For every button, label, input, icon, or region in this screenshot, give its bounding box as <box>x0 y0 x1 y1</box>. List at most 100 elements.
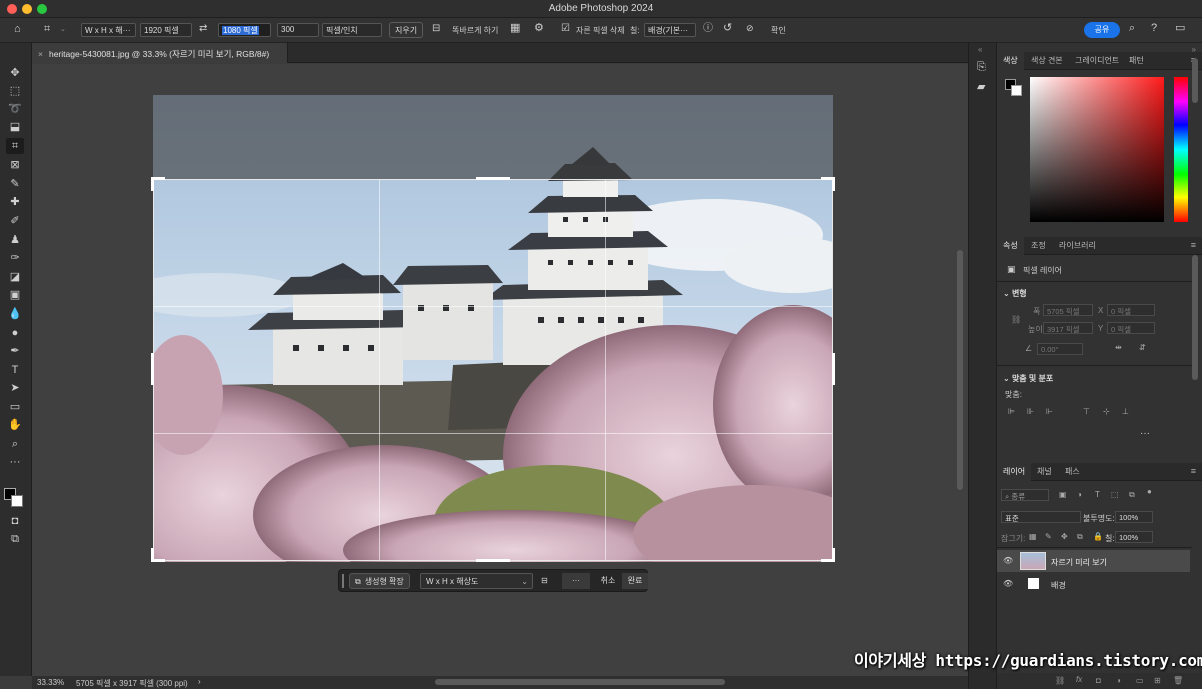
x-field[interactable]: 0 픽셀 <box>1107 304 1155 316</box>
more-tools-icon[interactable]: ··· <box>6 454 24 470</box>
panel-scrollbar[interactable] <box>1192 58 1198 103</box>
crop-handle-top-left[interactable] <box>151 177 154 191</box>
marquee-tool-icon[interactable]: ⬚ <box>6 83 24 99</box>
tab-paths[interactable]: 패스 <box>1059 463 1086 481</box>
crop-handle-bottom[interactable] <box>476 559 510 562</box>
crop-handle-right[interactable] <box>832 353 835 385</box>
done-button[interactable]: 완료 <box>622 573 648 589</box>
adjustment-layer-icon[interactable]: ◑ <box>1116 676 1121 685</box>
lock-image-icon[interactable]: ✎ <box>1045 532 1052 541</box>
filter-adjustment-icon[interactable]: ◑ <box>1077 490 1082 499</box>
crop-box[interactable] <box>153 179 833 561</box>
crop-tool-icon[interactable]: ⌗ <box>44 24 50 35</box>
screen-mode-icon[interactable]: ⧉ <box>6 531 24 547</box>
filter-toggle-icon[interactable]: ● <box>1147 487 1152 496</box>
straighten-label[interactable]: 똑바르게 하기 <box>452 25 498 36</box>
overlay-grid-icon[interactable]: ▦ <box>510 23 520 34</box>
transform-heading[interactable]: ⌄ 변형 <box>1003 288 1027 299</box>
ratio-select[interactable]: W x H x 해상도 ⌄ <box>420 573 533 589</box>
lock-artboard-icon[interactable]: ⧉ <box>1077 532 1083 542</box>
healing-tool-icon[interactable]: ✚ <box>6 194 24 210</box>
lock-transparent-icon[interactable]: ▦ <box>1029 532 1037 541</box>
dodge-tool-icon[interactable]: ● <box>6 325 24 341</box>
tab-libraries[interactable]: 라이브러리 <box>1053 237 1102 255</box>
fill-select[interactable]: 배경(기본··· <box>644 23 696 37</box>
chevron-down-icon[interactable]: ⌄ <box>60 26 66 33</box>
flip-horizontal-icon[interactable]: ⇹ <box>1115 343 1122 352</box>
status-arrow-icon[interactable]: › <box>198 677 201 686</box>
align-right-icon[interactable]: ⊩ <box>1046 407 1053 416</box>
crop-handle-left[interactable] <box>151 353 154 385</box>
align-top-icon[interactable]: ⊤ <box>1083 407 1090 416</box>
align-bottom-icon[interactable]: ⊥ <box>1122 407 1129 416</box>
filter-smart-object-icon[interactable]: ⧉ <box>1129 490 1135 500</box>
align-middle-icon[interactable]: ⊹ <box>1103 407 1110 416</box>
blend-mode-select[interactable]: 표준 <box>1001 511 1081 523</box>
crop-handle-top[interactable] <box>476 177 510 180</box>
tab-channels[interactable]: 채널 <box>1031 463 1058 481</box>
stamp-tool-icon[interactable]: ♟ <box>6 232 24 248</box>
rectangle-tool-icon[interactable]: ▭ <box>6 399 24 415</box>
new-group-icon[interactable]: ▭ <box>1136 676 1144 685</box>
link-layers-icon[interactable]: ⛓ <box>1055 676 1065 685</box>
cancel-icon[interactable]: ⊘ <box>746 24 754 33</box>
quick-mask-icon[interactable]: ◘ <box>6 513 24 529</box>
trash-icon[interactable]: 🗑 <box>1173 676 1183 685</box>
close-tab-icon[interactable]: × <box>38 49 43 59</box>
resolution-unit-select[interactable]: 픽셀/인치 <box>322 23 382 37</box>
filter-type-icon[interactable]: T <box>1095 490 1100 499</box>
history-panel-icon[interactable]: ⎘ <box>977 62 986 73</box>
width-input[interactable]: 1920 픽셀 <box>140 23 192 37</box>
pen-tool-icon[interactable]: ✒ <box>6 343 24 359</box>
drag-handle[interactable] <box>342 574 344 588</box>
crop-tool-icon[interactable]: ⌗ <box>6 138 24 154</box>
flip-vertical-icon[interactable]: ⇵ <box>1139 343 1146 352</box>
add-mask-icon[interactable]: ◘ <box>1096 676 1101 685</box>
background-swatch[interactable] <box>1011 85 1022 96</box>
crop-handle-top-right[interactable] <box>832 177 835 191</box>
panel-menu-icon[interactable]: ≡ <box>1191 466 1196 476</box>
gear-icon[interactable]: ⚙ <box>534 23 544 34</box>
lock-position-icon[interactable]: ✥ <box>1061 532 1068 541</box>
document-tab[interactable]: × heritage-5430081.jpg @ 33.3% (자르기 미리 보기… <box>32 43 288 63</box>
ratio-preset-select[interactable]: W x H x 해··· <box>81 23 136 37</box>
straighten-icon[interactable]: ⊟ <box>541 573 548 589</box>
visibility-eye-icon[interactable]: 👁 <box>1003 579 1013 588</box>
visibility-eye-icon[interactable]: 👁 <box>1003 556 1013 565</box>
crop-handle-bottom-left[interactable] <box>151 548 154 562</box>
tab-layers[interactable]: 레이어 <box>997 463 1032 481</box>
fx-icon[interactable]: fx <box>1076 675 1082 684</box>
home-icon[interactable]: ⌂ <box>14 24 21 35</box>
crop-handle-bottom-right[interactable] <box>832 548 835 562</box>
straighten-icon[interactable]: ⊟ <box>432 24 440 34</box>
info-icon[interactable]: ⓘ <box>703 24 713 34</box>
tab-properties[interactable]: 속성 <box>997 237 1024 255</box>
layer-row[interactable]: 👁 배경 <box>997 573 1190 595</box>
eraser-tool-icon[interactable]: ◪ <box>6 269 24 285</box>
comments-panel-icon[interactable]: ▰ <box>977 82 985 93</box>
lock-all-icon[interactable]: 🔒 <box>1093 532 1103 541</box>
generative-expand-button[interactable]: ⧉ 생성형 확장 <box>349 573 410 589</box>
vertical-scrollbar[interactable] <box>957 250 963 490</box>
frame-tool-icon[interactable]: ⊠ <box>6 157 24 173</box>
history-brush-tool-icon[interactable]: ✑ <box>6 250 24 266</box>
y-field[interactable]: 0 픽셀 <box>1107 322 1155 334</box>
panel-scrollbar[interactable] <box>1192 255 1198 380</box>
tab-gradients[interactable]: 그레이디언트 <box>1069 52 1125 70</box>
new-layer-icon[interactable]: ⊞ <box>1154 676 1161 685</box>
height-field[interactable]: 3917 픽셀 <box>1043 322 1093 334</box>
zoom-level[interactable]: 33.33% <box>37 678 64 687</box>
align-heading[interactable]: ⌄ 맞춤 및 분포 <box>1003 373 1053 384</box>
opacity-input[interactable]: 100% <box>1115 511 1153 523</box>
hue-slider[interactable] <box>1174 77 1188 222</box>
type-tool-icon[interactable]: T <box>6 362 24 378</box>
move-tool-icon[interactable]: ✥ <box>6 65 24 81</box>
blur-tool-icon[interactable]: 💧 <box>6 306 24 322</box>
link-icon[interactable]: ⛓ <box>1011 315 1021 324</box>
brush-tool-icon[interactable]: ✐ <box>6 213 24 229</box>
gradient-tool-icon[interactable]: ▣ <box>6 287 24 303</box>
zoom-tool-icon[interactable]: ⌕ <box>6 436 24 452</box>
share-button[interactable]: 공유 <box>1084 22 1120 38</box>
help-icon[interactable]: ? <box>1151 23 1157 34</box>
confirm-button[interactable]: 확인 <box>771 25 786 36</box>
